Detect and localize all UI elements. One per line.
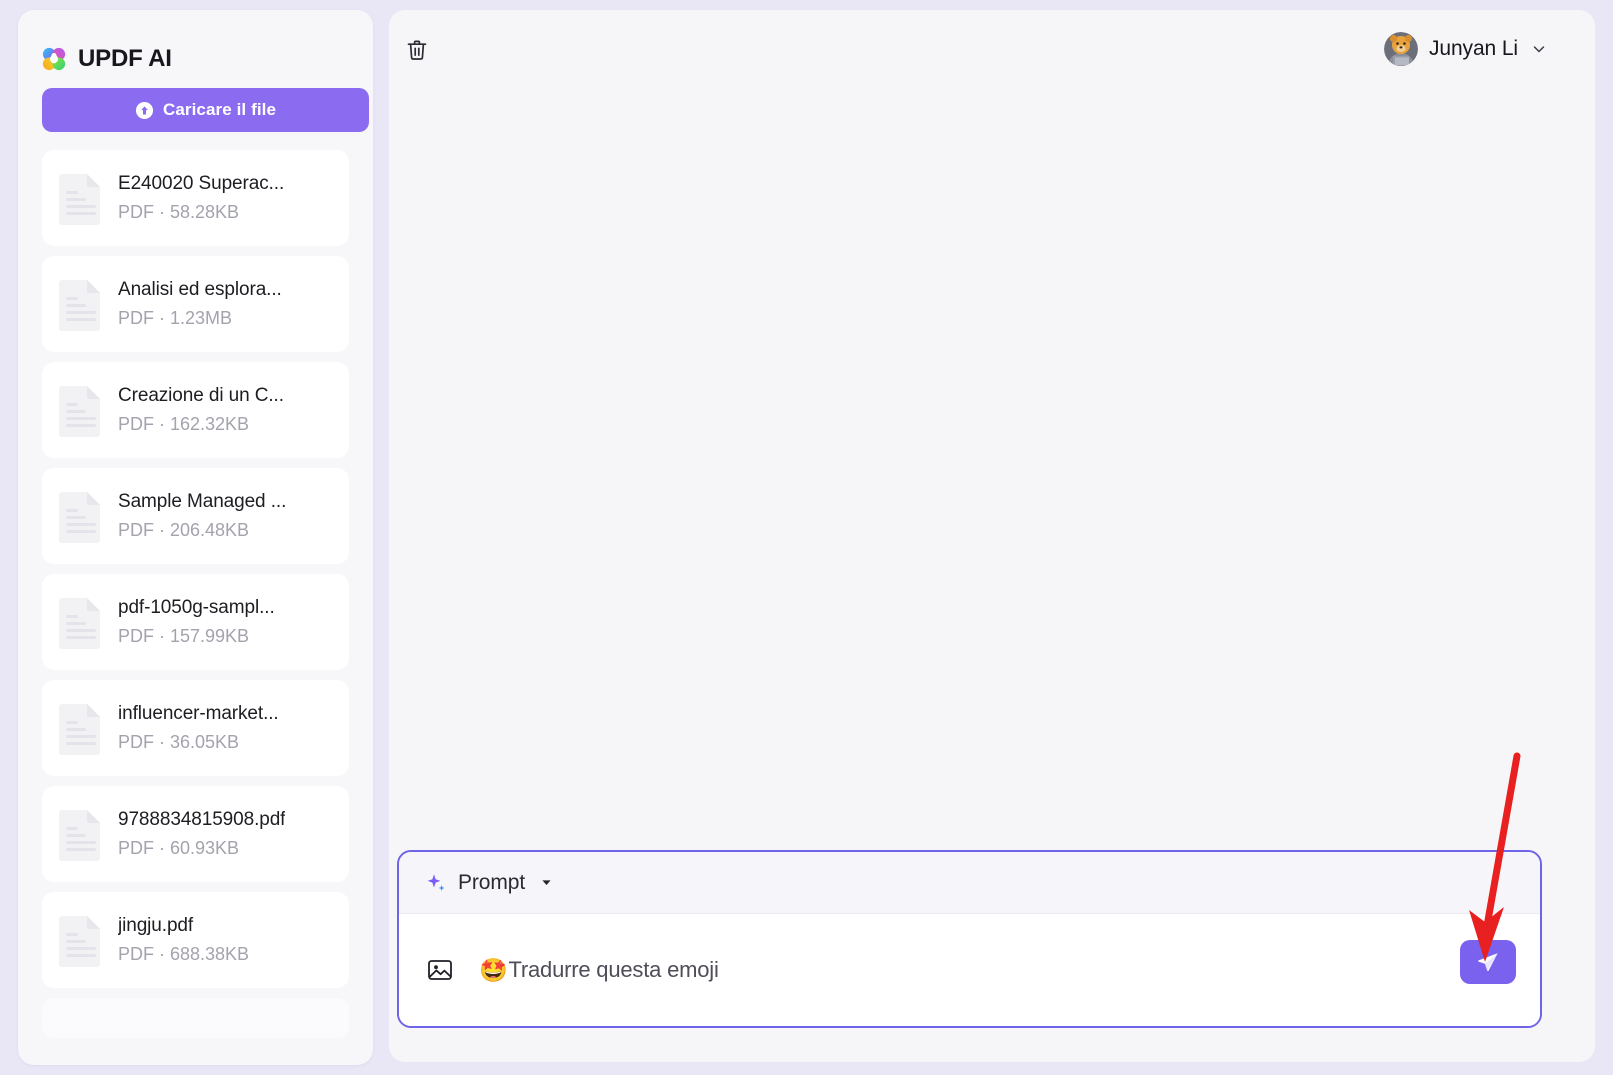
prompt-type-selector[interactable]: Prompt [425, 871, 553, 895]
file-name: influencer-market... [118, 703, 279, 724]
list-item[interactable]: jingju.pdf PDF · 688.38KB [42, 892, 349, 988]
chevron-down-icon[interactable] [1529, 41, 1547, 57]
pdf-file-icon [58, 277, 104, 331]
list-item-texts: 9788834815908.pdf PDF · 60.93KB [118, 807, 285, 861]
main-panel: Junyan Li Prompt 🤩 Tradurre questa emoji [389, 10, 1595, 1062]
file-meta: PDF · 688.38KB [118, 944, 250, 964]
pdf-file-icon [58, 807, 104, 861]
file-list[interactable]: E240020 Superac... PDF · 58.28KB Analisi… [18, 150, 373, 1065]
prompt-input[interactable]: 🤩 Tradurre questa emoji [479, 957, 719, 983]
main-header: Junyan Li [389, 10, 1595, 88]
attach-image-button[interactable] [425, 955, 455, 985]
brand: UPDF AI [18, 10, 373, 82]
upload-arrow-icon [135, 101, 154, 120]
prompt-input-value: Tradurre questa emoji [508, 957, 719, 982]
brand-title: UPDF AI [78, 45, 172, 72]
pdf-file-icon [58, 171, 104, 225]
send-paper-plane-icon [1475, 949, 1501, 975]
file-name: Analisi ed esplora... [118, 279, 282, 300]
composer-input-row: 🤩 Tradurre questa emoji [399, 914, 1540, 1026]
list-item[interactable] [42, 998, 349, 1038]
upload-file-button-label: Caricare il file [162, 100, 277, 119]
list-item-texts: jingju.pdf PDF · 688.38KB [118, 913, 249, 967]
image-icon [426, 956, 454, 984]
file-name: 9788834815908.pdf [118, 809, 286, 830]
updf-clover-logo-icon [40, 45, 68, 73]
list-item-texts: Creazione di un C... PDF · 162.32KB [118, 383, 284, 437]
file-name: Sample Managed ... [118, 491, 287, 512]
file-meta: PDF · 58.28KB [118, 202, 240, 222]
pdf-file-icon [58, 595, 104, 649]
list-item[interactable]: 9788834815908.pdf PDF · 60.93KB [42, 786, 349, 882]
list-item-texts: pdf-1050g-sampl... PDF · 157.99KB [118, 595, 275, 649]
list-item[interactable]: Analisi ed esplora... PDF · 1.23MB [42, 256, 349, 352]
list-item[interactable]: E240020 Superac... PDF · 58.28KB [42, 150, 349, 246]
list-item-texts: Sample Managed ... PDF · 206.48KB [118, 489, 286, 543]
file-meta: PDF · 60.93KB [118, 838, 240, 858]
composer-toolbar: Prompt [399, 852, 1540, 914]
file-name: E240020 Superac... [118, 173, 285, 194]
list-item[interactable]: pdf-1050g-sampl... PDF · 157.99KB [42, 574, 349, 670]
pdf-file-icon [58, 489, 104, 543]
prompt-label: Prompt [458, 870, 526, 894]
list-item-texts: influencer-market... PDF · 36.05KB [118, 701, 279, 755]
trash-icon [405, 38, 429, 62]
prompt-composer: Prompt 🤩 Tradurre questa emoji [397, 850, 1542, 1028]
file-name: Creazione di un C... [118, 385, 284, 406]
upload-file-button[interactable]: Caricare il file [42, 88, 369, 132]
file-meta: PDF · 157.99KB [118, 626, 250, 646]
file-meta: PDF · 206.48KB [118, 520, 250, 540]
sparkle-icon [425, 872, 447, 894]
avatar [1384, 32, 1418, 66]
pdf-file-icon [58, 913, 104, 967]
file-meta: PDF · 162.32KB [118, 414, 250, 434]
list-item[interactable]: Creazione di un C... PDF · 162.32KB [42, 362, 349, 458]
list-item[interactable]: Sample Managed ... PDF · 206.48KB [42, 468, 349, 564]
file-name: jingju.pdf [118, 915, 194, 936]
user-menu[interactable]: Junyan Li [1384, 32, 1547, 66]
file-meta: PDF · 36.05KB [118, 732, 240, 752]
pdf-file-icon [58, 383, 104, 437]
updf-ai-window: UPDF AI Caricare il file E240020 Superac… [0, 0, 1613, 1075]
list-item-texts: E240020 Superac... PDF · 58.28KB [118, 171, 284, 225]
user-name: Junyan Li [1429, 37, 1518, 60]
sidebar: UPDF AI Caricare il file E240020 Superac… [18, 10, 373, 1065]
file-name: pdf-1050g-sampl... [118, 597, 275, 618]
list-item[interactable]: influencer-market... PDF · 36.05KB [42, 680, 349, 776]
delete-conversation-button[interactable] [399, 32, 435, 68]
list-item-texts: Analisi ed esplora... PDF · 1.23MB [118, 277, 282, 331]
file-meta: PDF · 1.23MB [118, 308, 233, 328]
pdf-file-icon [58, 701, 104, 755]
chevron-down-icon[interactable] [536, 876, 553, 889]
emoji-glyph: 🤩 [479, 956, 508, 983]
send-button[interactable] [1460, 940, 1516, 984]
